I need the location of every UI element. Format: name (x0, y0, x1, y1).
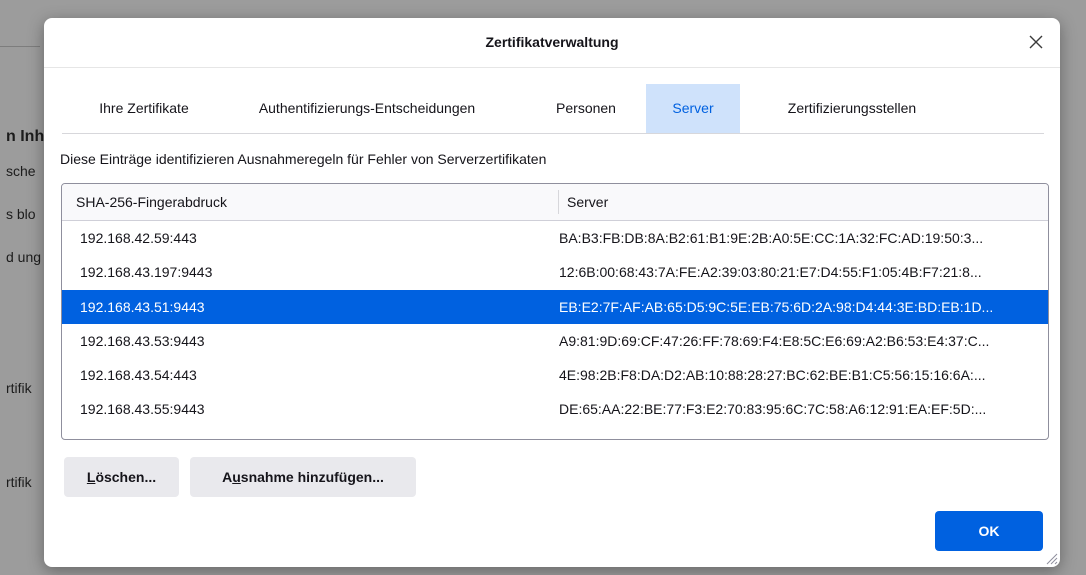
row-fingerprint: 4E:98:2B:F8:DA:D2:AB:10:88:28:27:BC:62:B… (559, 367, 986, 383)
row-host: 192.168.43.53:9443 (80, 333, 205, 349)
background-text: sche (6, 163, 36, 179)
table-row[interactable]: 192.168.43.53:9443 A9:81:9D:69:CF:47:26:… (62, 324, 1048, 358)
description-text: Diese Einträge identifizieren Ausnahmere… (60, 151, 547, 167)
ok-button[interactable]: OK (935, 511, 1043, 551)
tab-authentication-decisions[interactable]: Authentifizierungs-Entscheidungen (224, 84, 510, 133)
row-fingerprint: DE:65:AA:22:BE:77:F3:E2:70:83:95:6C:7C:5… (559, 401, 987, 417)
tab-bar: Ihre Zertifikate Authentifizierungs-Ents… (62, 84, 1044, 134)
add-mnemonic: u (232, 469, 241, 485)
row-host: 192.168.43.55:9443 (80, 401, 205, 417)
background-text: d ung (6, 249, 42, 265)
row-host: 192.168.43.51:9443 (80, 299, 205, 315)
table-row[interactable]: 192.168.43.197:9443 12:6B:00:68:43:7A:FE… (62, 255, 1048, 289)
tab-people[interactable]: Personen (536, 84, 636, 133)
close-button[interactable] (1022, 28, 1050, 56)
column-divider[interactable] (558, 190, 559, 214)
table-row-selected[interactable]: 192.168.43.51:9443 EB:E2:7F:AF:AB:65:D5:… (62, 290, 1048, 324)
dialog-title: Zertifikatverwaltung (485, 34, 619, 50)
table-header: SHA-256-Fingerabdruck Server (62, 184, 1048, 221)
row-fingerprint: 12:6B:00:68:43:7A:FE:A2:39:03:80:21:E7:D… (559, 264, 982, 280)
close-icon (1029, 35, 1043, 49)
dialog-titlebar: Zertifikatverwaltung (44, 18, 1060, 68)
add-label-end: snahme hinzufügen... (240, 469, 384, 485)
background-text: s blo (6, 206, 36, 222)
table-row[interactable]: 192.168.43.54:443 4E:98:2B:F8:DA:D2:AB:1… (62, 358, 1048, 392)
row-fingerprint: BA:B3:FB:DB:8A:B2:61:B1:9E:2B:A0:5E:CC:1… (559, 230, 984, 246)
table-row[interactable]: 192.168.43.55:9443 DE:65:AA:22:BE:77:F3:… (62, 392, 1048, 426)
background-text: rtifik (6, 380, 32, 396)
table-row[interactable]: 192.168.42.59:443 BA:B3:FB:DB:8A:B2:61:B… (62, 221, 1048, 255)
row-host: 192.168.42.59:443 (80, 230, 197, 246)
delete-label: öschen... (95, 469, 157, 485)
server-exceptions-table: SHA-256-Fingerabdruck Server 192.168.42.… (61, 183, 1049, 440)
resize-grip-icon[interactable] (1044, 551, 1058, 565)
column-header-server[interactable]: Server (567, 194, 608, 210)
tab-servers[interactable]: Server (646, 84, 740, 133)
certificate-manager-dialog: Zertifikatverwaltung Ihre Zertifikate Au… (44, 18, 1060, 567)
delete-button[interactable]: Löschen... (64, 457, 179, 497)
row-fingerprint: EB:E2:7F:AF:AB:65:D5:9C:5E:EB:75:6D:2A:9… (559, 299, 994, 315)
column-header-fingerprint[interactable]: SHA-256-Fingerabdruck (76, 194, 227, 210)
add-label-start: A (222, 469, 233, 485)
background-text: rtifik (6, 474, 32, 490)
row-host: 192.168.43.54:443 (80, 367, 197, 383)
add-exception-button[interactable]: Ausnahme hinzufügen... (190, 457, 416, 497)
tab-your-certificates[interactable]: Ihre Zertifikate (72, 84, 216, 133)
tab-authorities[interactable]: Zertifizierungsstellen (752, 84, 952, 133)
row-fingerprint: A9:81:9D:69:CF:47:26:FF:78:69:F4:E8:5C:E… (559, 333, 990, 349)
divider (0, 46, 40, 47)
background-heading: n Inh (6, 128, 45, 145)
row-host: 192.168.43.197:9443 (80, 264, 213, 280)
